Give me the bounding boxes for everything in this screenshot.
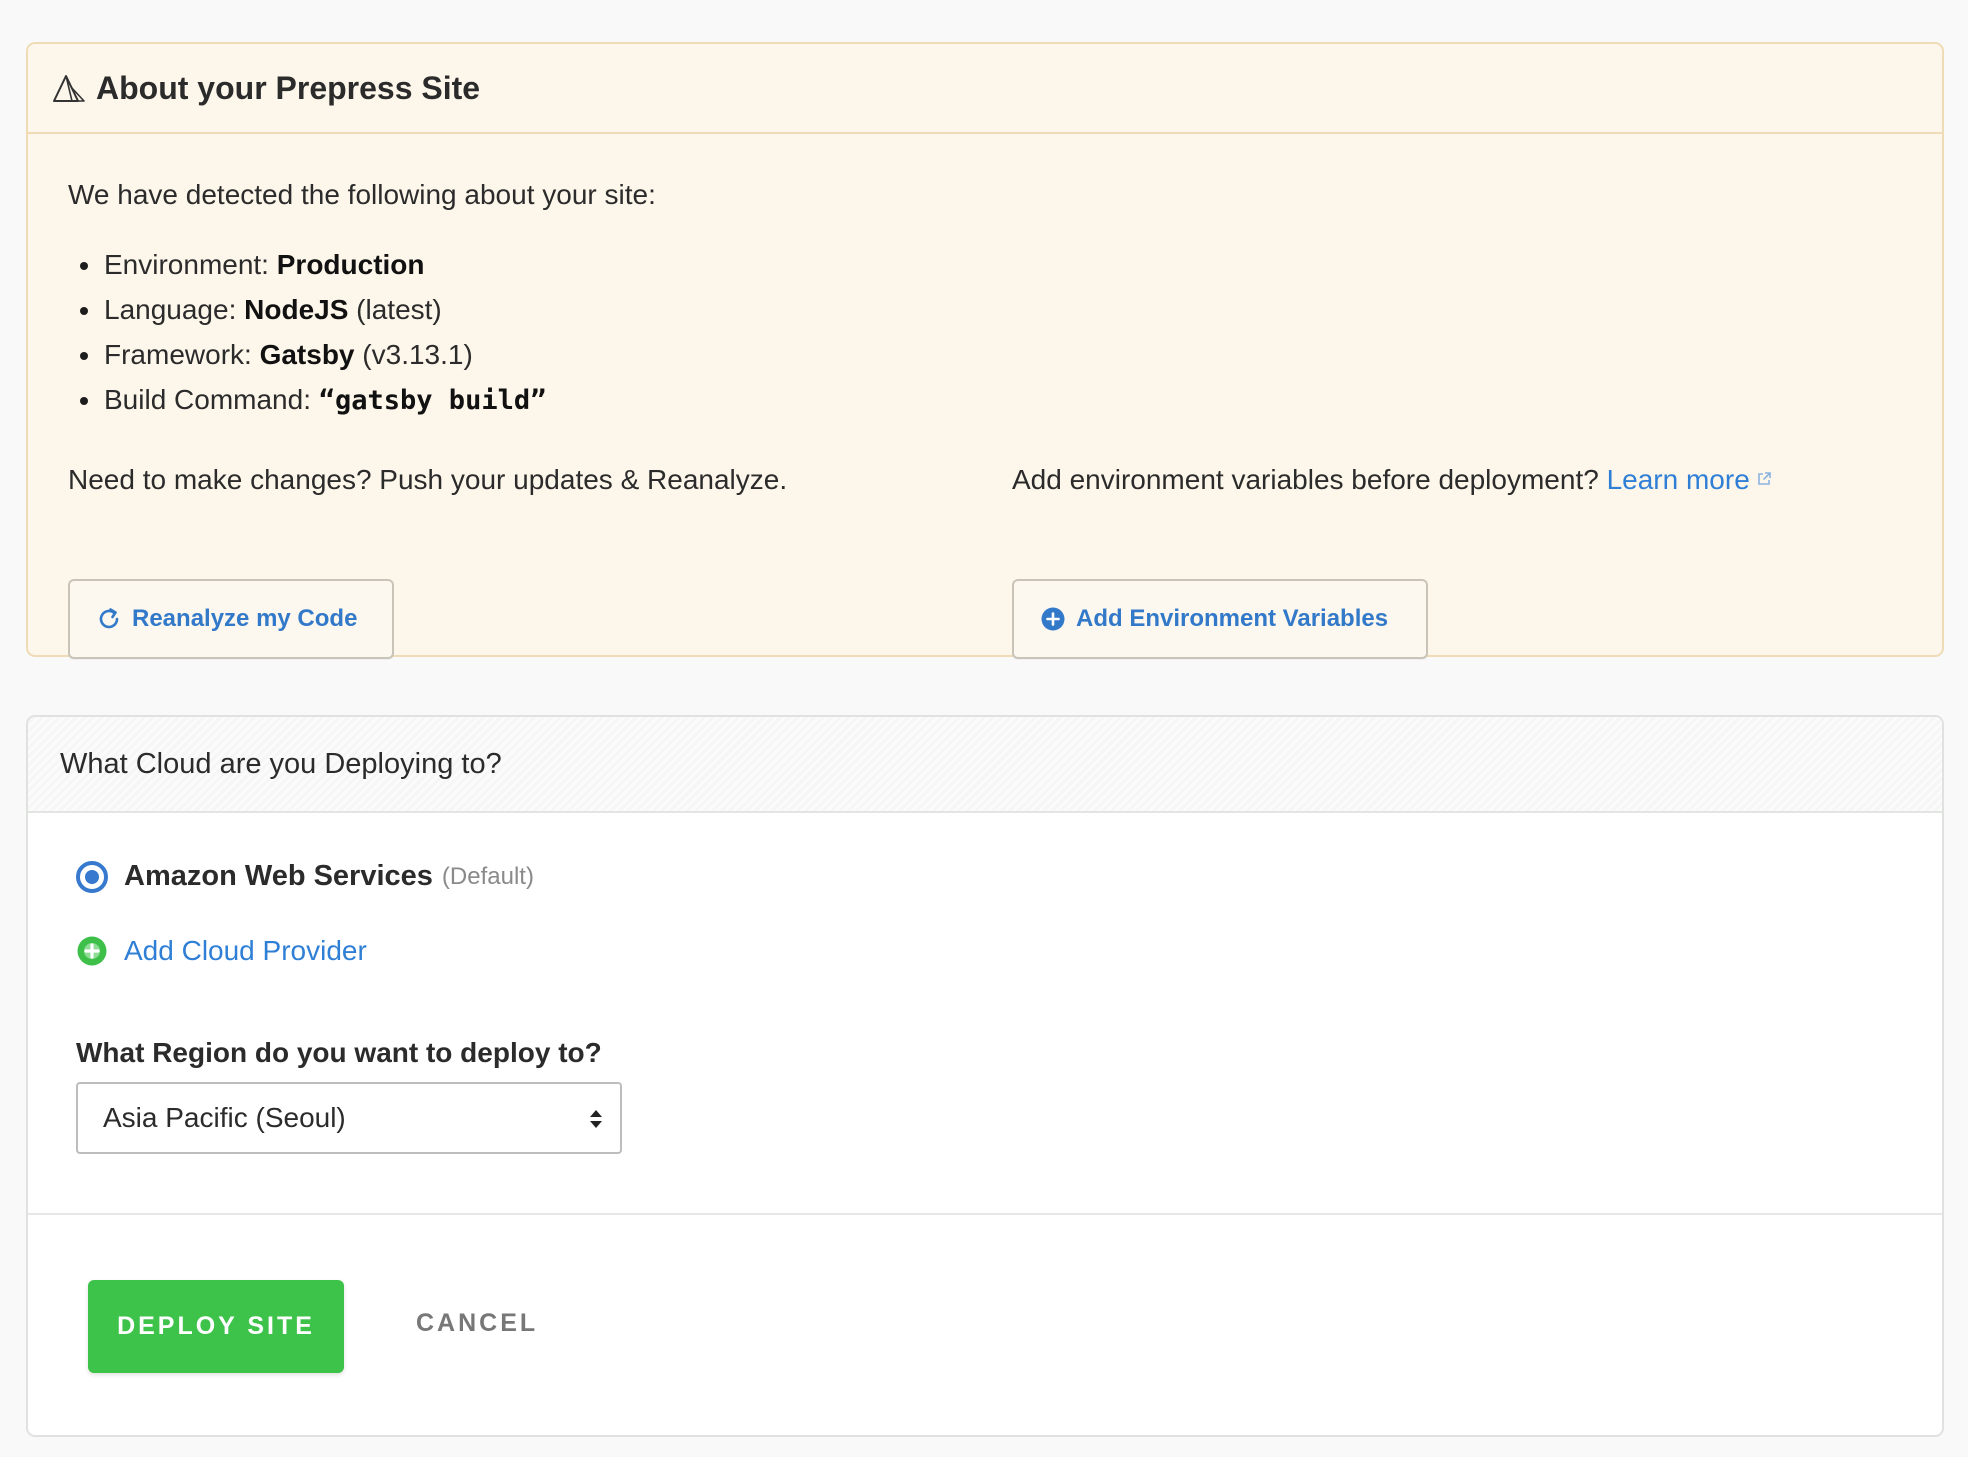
provider-default-tag: (Default) [441,862,534,890]
add-cloud-provider-link[interactable]: Add Cloud Provider [76,935,367,967]
cloud-panel-title: What Cloud are you Deploying to? [60,747,502,780]
add-cloud-provider-label: Add Cloud Provider [124,935,367,966]
select-arrows-icon [590,1110,602,1128]
about-site-panel: About your Prepress Site We have detecte… [26,42,1944,659]
changes-text: Need to make changes? Push your updates … [68,464,788,495]
fact-language-value: NodeJS [244,294,349,325]
fact-environment: Environment: Production [72,242,546,287]
cloud-panel-header: What Cloud are you Deploying to? [28,717,1942,813]
provider-radio[interactable] [76,860,108,893]
fact-build-command-value: “gatsby build” [318,385,547,416]
env-vars-section: Add environment variables before deploym… [1012,464,1772,659]
env-vars-text: Add environment variables before deploym… [1012,464,1772,496]
reanalyze-section: Need to make changes? Push your updates … [68,464,788,659]
add-env-vars-button-label: Add Environment Variables [1076,605,1389,632]
region-label: What Region do you want to deploy to? [76,1037,602,1068]
cancel-button[interactable]: CANCEL [416,1309,538,1338]
provider-option-aws[interactable]: Amazon Web Services (Default) [76,860,534,893]
fact-framework-value: Gatsby [259,339,355,370]
reanalyze-button-label: Reanalyze my Code [132,605,358,632]
actions-divider [28,1213,1942,1215]
external-link-icon [1757,472,1771,485]
reanalyze-button[interactable]: Reanalyze my Code [68,579,394,659]
deploy-site-button[interactable]: DEPLOY SITE [88,1280,344,1373]
provider-name: Amazon Web Services [124,860,433,892]
region-select-value: Asia Pacific (Seoul) [103,1102,346,1133]
refresh-icon [99,608,119,629]
detection-intro: We have detected the following about you… [68,179,656,210]
about-site-title: About your Prepress Site [96,69,481,106]
cloud-deploy-panel: What Cloud are you Deploying to? Amazon … [26,715,1944,1437]
fact-language: Language: NodeJS (latest) [72,287,546,332]
fact-build-command: Build Command: “gatsby build” [72,377,546,423]
detected-facts-list: Environment: Production Language: NodeJS… [72,242,546,423]
fact-framework: Framework: Gatsby (v3.13.1) [72,332,546,377]
learn-more-link[interactable]: Learn more [1607,464,1750,495]
plus-circle-green-icon [77,936,107,966]
plus-circle-icon [1041,607,1065,631]
region-select[interactable]: Asia Pacific (Seoul) [76,1082,622,1154]
fact-environment-value: Production [276,249,425,280]
about-site-header: About your Prepress Site [28,44,1942,134]
add-env-vars-button[interactable]: Add Environment Variables [1012,579,1428,659]
mountain-triangle-icon [53,75,85,102]
